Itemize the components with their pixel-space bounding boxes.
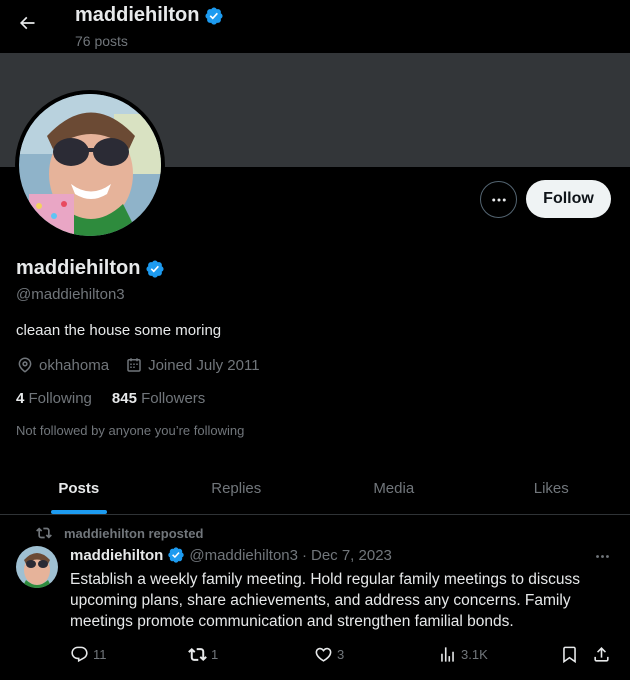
- post-author-name[interactable]: maddiehilton: [70, 547, 163, 564]
- post-text: Establish a weekly family meeting. Hold …: [70, 571, 580, 630]
- joined-item: Joined July 2011: [125, 356, 260, 374]
- post-separator: ·: [301, 546, 307, 564]
- more-options-button[interactable]: [480, 181, 517, 218]
- profile-name-row: maddiehilton: [16, 257, 165, 280]
- tab-label: Replies: [211, 479, 262, 497]
- followers-count: 845: [111, 390, 137, 407]
- profile-handle: @maddiehilton3: [16, 286, 125, 303]
- profile-bio: cleaan the house some moring: [16, 322, 222, 339]
- joined-text: Joined July 2011: [148, 356, 260, 374]
- profile-avatar[interactable]: [15, 90, 165, 240]
- location-pin-icon: [16, 356, 34, 374]
- share-icon: [592, 645, 611, 664]
- tab-media[interactable]: Media: [315, 462, 473, 514]
- following-count: 4: [16, 390, 25, 407]
- post-avatar[interactable]: [16, 546, 58, 588]
- post-actions: 11 1 3 3.1K: [70, 645, 615, 667]
- profile-display-name: maddiehilton: [16, 257, 141, 279]
- header-title: maddiehilton: [75, 4, 224, 27]
- tab-likes[interactable]: Likes: [473, 462, 630, 514]
- reply-button[interactable]: 11: [70, 645, 107, 664]
- top-bar: maddiehilton 76 posts: [0, 0, 630, 53]
- arrow-left-icon: [17, 13, 37, 33]
- tab-label: Media: [373, 479, 415, 497]
- followers-link[interactable]: 845 Followers: [112, 390, 205, 407]
- follow-counts: 4 Following 845 Followers: [16, 390, 205, 407]
- reply-count: 11: [93, 647, 107, 662]
- repost-icon: [36, 525, 52, 541]
- avatar-image: [19, 94, 161, 236]
- like-count: 3: [337, 647, 345, 662]
- location-text: okhahoma: [39, 356, 110, 374]
- not-followed-note: Not followed by anyone you’re following: [16, 423, 245, 438]
- repost-text[interactable]: maddiehilton reposted: [64, 526, 203, 541]
- more-horizontal-icon: [490, 191, 508, 209]
- like-button[interactable]: 3: [314, 645, 344, 664]
- repost-icon: [188, 645, 207, 664]
- post-header: maddiehilton @maddiehilton3 · Dec 7, 202…: [70, 546, 392, 564]
- tab-label: Likes: [533, 479, 569, 497]
- repost-count: 1: [211, 647, 219, 662]
- share-button[interactable]: [592, 645, 611, 664]
- profile-meta: okhahoma Joined July 2011: [16, 356, 260, 374]
- views-icon: [438, 645, 457, 664]
- views-button[interactable]: 3.1K: [438, 645, 488, 664]
- header-name: maddiehilton: [75, 4, 200, 26]
- bookmark-icon: [560, 645, 579, 664]
- posts-count: 76 posts: [75, 33, 128, 49]
- followers-label: Followers: [141, 390, 206, 407]
- calendar-icon: [125, 356, 143, 374]
- verified-badge-icon: [204, 6, 224, 26]
- repost-button[interactable]: 1: [188, 645, 218, 664]
- repost-indicator: maddiehilton reposted: [36, 525, 203, 541]
- verified-badge-icon: [167, 546, 185, 564]
- follow-button[interactable]: Follow: [526, 180, 611, 218]
- verified-badge-icon[interactable]: [145, 259, 165, 279]
- back-button[interactable]: [12, 8, 42, 38]
- more-horizontal-icon: [594, 548, 611, 565]
- tab-posts[interactable]: Posts: [0, 462, 158, 514]
- following-link[interactable]: 4 Following: [16, 390, 92, 407]
- post-date[interactable]: Dec 7, 2023: [311, 547, 392, 564]
- views-count: 3.1K: [461, 647, 488, 662]
- profile-tabs: Posts Replies Media Likes: [0, 462, 630, 515]
- following-label: Following: [28, 390, 92, 407]
- bookmark-button[interactable]: [560, 645, 579, 664]
- tab-label: Posts: [58, 479, 100, 497]
- post-more-button[interactable]: [588, 546, 616, 566]
- location-item: okhahoma: [16, 356, 109, 374]
- reply-icon: [70, 645, 89, 664]
- heart-icon: [314, 645, 333, 664]
- post-author-handle[interactable]: @maddiehilton3: [189, 547, 298, 564]
- tab-replies[interactable]: Replies: [158, 462, 316, 514]
